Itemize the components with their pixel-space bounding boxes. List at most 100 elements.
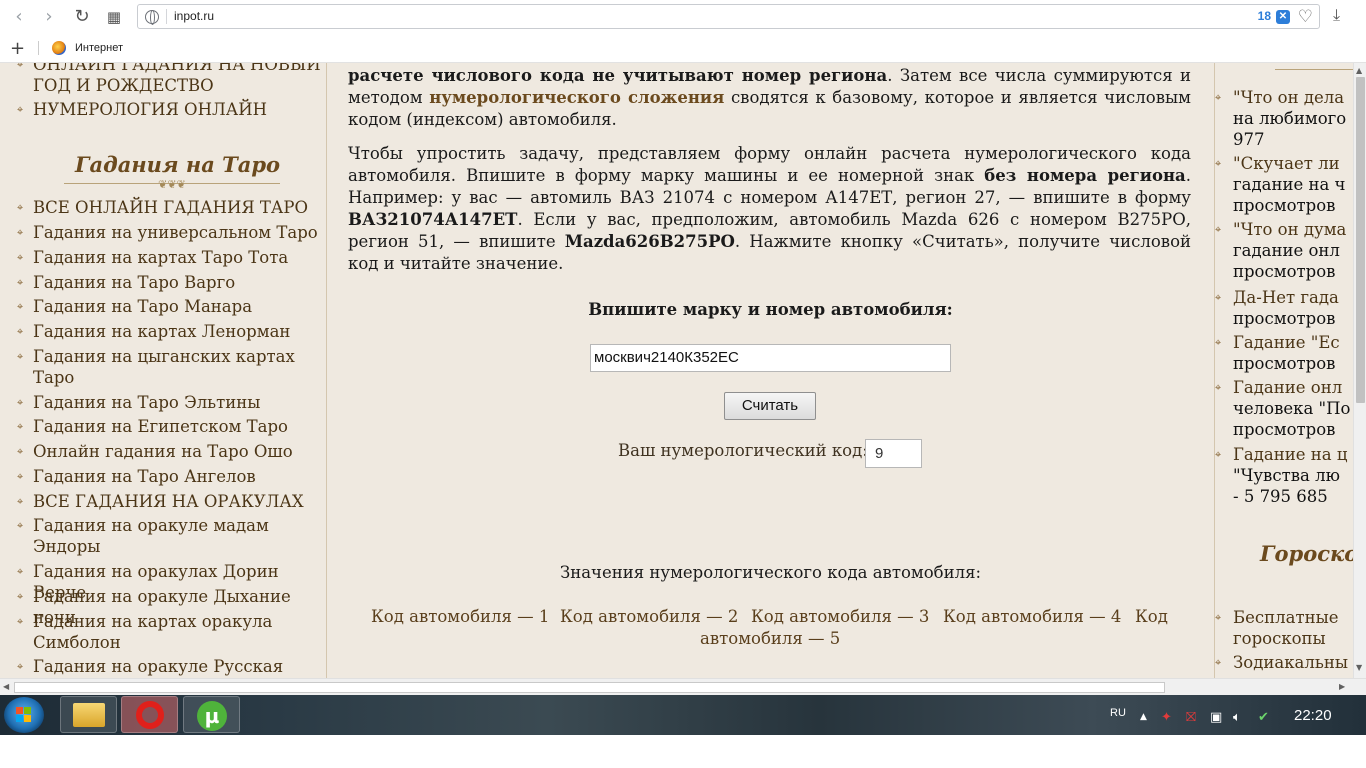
bullet-icon: ⌖	[17, 251, 24, 264]
popular-item-views: просмотров	[1233, 196, 1336, 215]
scroll-left-icon[interactable]: ◀	[3, 682, 9, 691]
code-link-5[interactable]: Код	[1135, 607, 1168, 626]
url-text[interactable]: inpot.ru	[174, 9, 214, 23]
sidebar-item-label[interactable]: Гадания на оракуле Русская	[33, 656, 323, 677]
acrobat-icon[interactable]: ✦	[1161, 710, 1172, 725]
popular-item-title[interactable]: Гадание "Ес	[1233, 332, 1340, 353]
bookmarks-bar: + Интернет	[0, 33, 1366, 63]
numerology-link[interactable]: нумерологического сложения	[429, 88, 724, 107]
sidebar-item-label[interactable]: Онлайн гадания на Таро Ошо	[33, 441, 323, 462]
sidebar-item-label[interactable]: Гадания на универсальном Таро	[33, 222, 323, 243]
bullet-icon: ⌖	[1215, 448, 1222, 461]
article-bold-text: расчете числового кода не учитывают номе…	[348, 66, 888, 85]
sidebar-item-label[interactable]: ВСЕ ОНЛАЙН ГАДАНИЯ ТАРО	[33, 197, 323, 218]
taskbar-opera[interactable]	[121, 696, 178, 733]
popular-item-title[interactable]: Гадание на ц	[1233, 444, 1347, 465]
taskbar-utorrent[interactable]: µ	[183, 696, 240, 733]
sidebar-item-label[interactable]: Гадания на цыганских картах Таро	[33, 346, 323, 388]
bullet-icon: ⌖	[1215, 381, 1222, 394]
popular-item-title[interactable]: "Что он дела	[1233, 87, 1344, 108]
horizontal-scrollbar[interactable]: ◀ ▶	[0, 678, 1366, 695]
left-sidebar: ⌖ ОНЛАЙН ГАДАНИЯ НА НОВЫЙ ГОД И РОЖДЕСТВО…	[0, 63, 327, 678]
bullet-icon: ⌖	[17, 201, 24, 214]
bullet-icon: ⌖	[17, 325, 24, 338]
popular-item-views: просмотров	[1233, 420, 1336, 439]
popular-item-title[interactable]: "Что он дума	[1233, 219, 1346, 240]
sidebar-item-label[interactable]: Гадания на Таро Варго	[33, 272, 323, 293]
security-icon[interactable]: ⛝	[1186, 710, 1196, 725]
main-content: расчете числового кода не учитывают номе…	[328, 63, 1213, 678]
windows-logo-icon	[16, 707, 32, 723]
sidebar-item-label[interactable]: Гадания на картах Ленорман	[33, 321, 323, 342]
car-number-input[interactable]: москвич2140К352ЕС	[590, 344, 951, 372]
scroll-thumb[interactable]	[1356, 77, 1365, 403]
sidebar-item-label[interactable]: Гадания на картах оракула Симболон	[33, 611, 323, 653]
result-label: Ваш нумерологический код:	[618, 441, 868, 460]
scroll-down-icon[interactable]: ▼	[1356, 663, 1362, 672]
tabs-grid-icon[interactable]: ▦	[103, 6, 125, 28]
popular-item-views: 977	[1233, 130, 1265, 149]
tarot-section-title: Гадания на Таро	[75, 152, 281, 177]
scroll-right-icon[interactable]: ▶	[1339, 682, 1345, 691]
code-link-2[interactable]: Код автомобиля — 2	[560, 607, 738, 626]
forward-icon[interactable]: ›	[38, 6, 60, 28]
code-link-3[interactable]: Код автомобиля — 3	[751, 607, 929, 626]
sidebar-item-label[interactable]: Гадания на Таро Эльтины	[33, 392, 323, 413]
bullet-icon: ⌖	[17, 445, 24, 458]
code-link-5-cont[interactable]: автомобиля — 5	[700, 629, 840, 648]
reload-icon[interactable]: ↻	[71, 6, 93, 28]
start-button[interactable]	[4, 697, 44, 733]
language-indicator[interactable]: RU	[1110, 707, 1126, 719]
bullet-icon: ⌖	[1215, 336, 1222, 349]
popular-item-title[interactable]: Гадание онл	[1233, 377, 1342, 398]
result-field[interactable]: 9	[865, 439, 922, 468]
horoscope-item-title[interactable]: Бесплатные	[1233, 607, 1338, 628]
network-icon[interactable]: ▣	[1210, 710, 1222, 725]
sidebar-item-label[interactable]: Гадания на оракуле мадам Эндоры	[33, 515, 323, 557]
calculate-button[interactable]: Считать	[724, 392, 816, 420]
sidebar-item-label[interactable]: ВСЕ ГАДАНИЯ НА ОРАКУЛАХ	[33, 491, 323, 512]
antivirus-icon[interactable]: ✔	[1258, 710, 1269, 725]
volume-icon[interactable]: 🔈︎	[1233, 710, 1241, 725]
popular-item-title[interactable]: Да-Нет гада	[1233, 287, 1339, 308]
bookmark-internet[interactable]: Интернет	[75, 42, 123, 54]
hscroll-thumb[interactable]	[14, 682, 1165, 693]
bullet-icon: ⌖	[1215, 91, 1222, 104]
taskbar-explorer[interactable]	[60, 696, 117, 733]
bookmark-separator	[38, 41, 39, 55]
taskbar: µ RU ▲ ✦ ⛝ ▣ 🔈︎ ✔ 22:20	[0, 695, 1366, 735]
code-link-1[interactable]: Код автомобиля — 1	[371, 607, 549, 626]
bullet-icon: ⌖	[17, 420, 24, 433]
sidebar-item-label[interactable]: Гадания на Таро Манара	[33, 296, 323, 317]
address-separator	[166, 9, 167, 24]
clock[interactable]: 22:20	[1294, 707, 1332, 724]
add-bookmark-icon[interactable]: +	[10, 38, 25, 59]
sidebar-item-label[interactable]: Гадания на Таро Ангелов	[33, 466, 323, 487]
bullet-icon: ⌖	[1215, 611, 1222, 624]
bullet-icon: ⌖	[17, 396, 24, 409]
tray-expand-icon[interactable]: ▲	[1140, 712, 1147, 722]
sidebar-item-label[interactable]: Гадания на Египетском Таро	[33, 416, 323, 437]
article-bold-text: Mazda626В275РО	[564, 232, 735, 251]
sidebar-item-label[interactable]: Гадания на картах Таро Тота	[33, 247, 323, 268]
popular-item-line: "Чувства лю	[1233, 466, 1340, 485]
bottom-blank	[0, 735, 1366, 768]
popular-item-line: гадание онл	[1233, 241, 1340, 260]
horoscope-item-line[interactable]: гороскопы	[1233, 628, 1326, 649]
bullet-icon: ⌖	[17, 660, 24, 673]
bullet-icon: ⌖	[17, 590, 24, 603]
browser-toolbar: ‹ › ↻ ▦ inpot.ru 18 ✕ ♡ ⤓	[0, 0, 1366, 33]
popular-item-line: просмотров	[1233, 309, 1336, 328]
back-icon[interactable]: ‹	[8, 6, 30, 28]
vertical-scrollbar[interactable]: ▲ ▼	[1353, 63, 1366, 678]
popular-item-title[interactable]: "Скучает ли	[1233, 153, 1340, 174]
adblock-icon[interactable]: ✕	[1276, 10, 1290, 24]
heart-icon[interactable]: ♡	[1298, 7, 1313, 27]
code-link-4[interactable]: Код автомобиля — 4	[943, 607, 1121, 626]
popular-item-views: просмотров	[1233, 262, 1336, 281]
download-icon[interactable]: ⤓	[1333, 5, 1340, 25]
address-bar[interactable]: inpot.ru 18 ✕ ♡	[137, 4, 1320, 29]
horoscope-item-title[interactable]: Зодиакальны	[1233, 652, 1348, 673]
adblock-count[interactable]: 18	[1258, 9, 1271, 23]
scroll-up-icon[interactable]: ▲	[1356, 66, 1362, 75]
